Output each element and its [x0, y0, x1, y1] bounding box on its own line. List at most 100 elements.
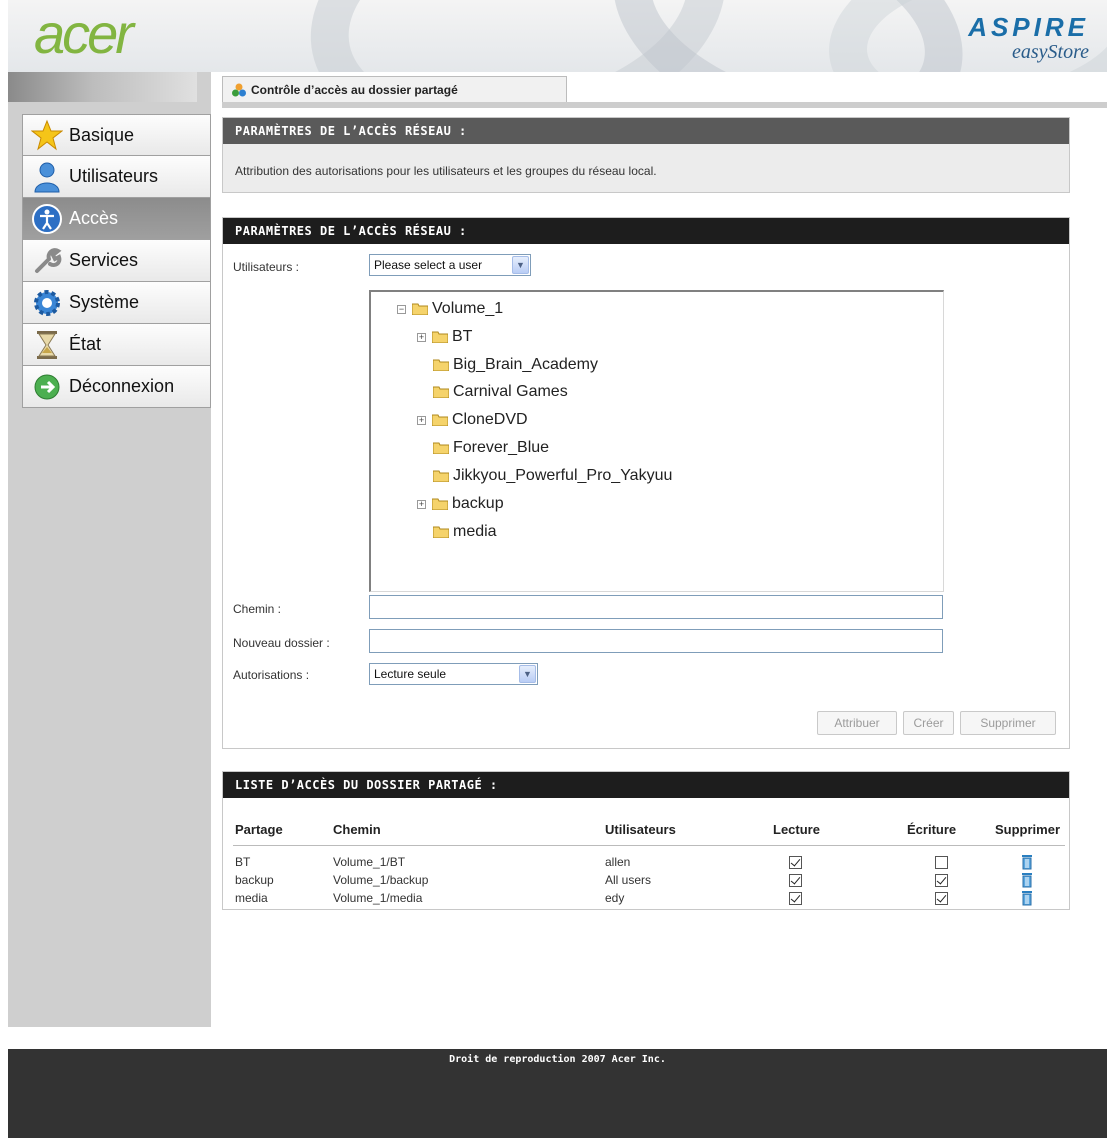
gear-icon	[34, 289, 60, 316]
read-checkbox[interactable]	[789, 873, 802, 887]
sidebar-item-label: État	[69, 334, 102, 354]
sidebar-item-basique[interactable]: Basique	[22, 114, 211, 156]
sidebar-item-label: Accès	[69, 208, 119, 228]
users-label: Utilisateurs :	[233, 260, 300, 274]
delete-button[interactable]: Supprimer	[960, 711, 1056, 735]
sidebar-topbar	[8, 72, 197, 102]
expand-icon[interactable]: +	[417, 415, 426, 425]
tree-node-label: Carnival Games	[453, 383, 568, 400]
tree-node-label: Big_Brain_Academy	[453, 356, 598, 373]
folder-icon	[433, 359, 449, 371]
cell-path: Volume_1/BT	[333, 854, 406, 869]
column-header-delete: Supprimer	[993, 818, 1065, 846]
sidebar: Basique Utilisateurs Accès Services Syst…	[8, 72, 211, 1027]
column-header-write: Écriture	[905, 818, 993, 846]
column-header-path: Chemin	[331, 818, 603, 846]
sidebar-nav: Basique Utilisateurs Accès Services Syst…	[22, 114, 211, 408]
expand-icon[interactable]: +	[417, 332, 426, 342]
tab-underline	[222, 102, 1107, 108]
shared-folder-access-list-panel: LISTE D’ACCÈS DU DOSSIER PARTAGÉ : Parta…	[222, 771, 1070, 910]
expand-icon[interactable]: +	[417, 499, 426, 509]
column-header-read: Lecture	[771, 818, 905, 846]
sidebar-item-services[interactable]: Services	[22, 240, 211, 282]
wrench-icon	[35, 247, 62, 273]
write-checkbox[interactable]	[935, 855, 948, 869]
path-label: Chemin :	[233, 602, 282, 616]
network-access-info-panel: PARAMÈTRES DE L’ACCÈS RÉSEAU : Attributi…	[222, 117, 1070, 193]
sidebar-item-utilisateurs[interactable]: Utilisateurs	[22, 156, 211, 198]
permissions-label: Autorisations :	[233, 668, 310, 682]
product-brand: ASPIRE easyStore	[968, 14, 1089, 62]
tree-node-label: backup	[452, 495, 504, 512]
trash-icon[interactable]	[1021, 872, 1033, 888]
new-folder-input[interactable]	[369, 629, 943, 653]
network-access-settings-panel: PARAMÈTRES DE L’ACCÈS RÉSEAU : Utilisate…	[222, 217, 1070, 749]
panel-title: PARAMÈTRES DE L’ACCÈS RÉSEAU :	[223, 118, 1069, 144]
read-checkbox[interactable]	[789, 891, 802, 905]
assign-button[interactable]: Attribuer	[817, 711, 897, 735]
new-folder-label: Nouveau dossier :	[233, 636, 330, 650]
tree-node[interactable]: media	[433, 523, 497, 541]
tree-node-root[interactable]: − Volume_1	[397, 300, 503, 318]
table-header-row: Partage Chemin Utilisateurs Lecture Écri…	[233, 818, 1065, 846]
sidebar-item-systeme[interactable]: Système	[22, 282, 211, 324]
tree-node[interactable]: Jikkyou_Powerful_Pro_Yakyuu	[433, 467, 672, 485]
create-button[interactable]: Créer	[903, 711, 954, 735]
tree-node[interactable]: + CloneDVD	[417, 411, 528, 429]
write-checkbox[interactable]	[935, 891, 948, 905]
chevron-down-icon[interactable]: ▼	[519, 665, 536, 683]
table-row: BT Volume_1/BT allen	[233, 852, 1065, 870]
header-banner: acer ASPIRE easyStore	[8, 0, 1107, 72]
cell-users: allen	[605, 854, 631, 869]
sidebar-item-acces[interactable]: Accès	[22, 198, 211, 240]
read-checkbox[interactable]	[789, 855, 802, 869]
sidebar-item-label: Services	[69, 250, 139, 270]
trash-icon[interactable]	[1021, 890, 1033, 906]
user-icon	[34, 162, 60, 192]
tree-node[interactable]: Big_Brain_Academy	[433, 356, 598, 374]
folder-tree[interactable]: − Volume_1 + BT Big_Brain_Academy Carniv…	[369, 290, 944, 592]
brand-easystore: easyStore	[1011, 41, 1089, 63]
tree-node[interactable]: + BT	[417, 328, 472, 346]
accessibility-icon	[32, 203, 62, 234]
folder-icon	[432, 331, 448, 343]
permissions-select-value: Lecture seule	[374, 667, 447, 681]
users-select[interactable]: Please select a user ▼	[369, 254, 531, 276]
share-icon	[232, 83, 246, 96]
folder-icon	[432, 498, 448, 510]
acer-logo: acer	[34, 2, 134, 65]
panel-title: LISTE D’ACCÈS DU DOSSIER PARTAGÉ :	[223, 772, 1069, 798]
tree-node-label: Volume_1	[432, 300, 504, 317]
tree-node[interactable]: + backup	[417, 495, 504, 513]
logout-icon	[34, 374, 60, 399]
cell-users: All users	[605, 872, 652, 887]
write-checkbox[interactable]	[935, 873, 948, 887]
tab-shared-folder-access[interactable]: Contrôle d’accès au dossier partagé	[222, 76, 567, 102]
cell-path: Volume_1/backup	[333, 872, 429, 887]
cell-share: BT	[235, 854, 251, 869]
copyright-text: Droit de reproduction 2007 Acer Inc.	[449, 1054, 666, 1065]
permissions-select[interactable]: Lecture seule ▼	[369, 663, 538, 685]
table-row: media Volume_1/media edy	[233, 888, 1065, 906]
tree-node[interactable]: Forever_Blue	[433, 439, 549, 457]
tree-node[interactable]: Carnival Games	[433, 383, 568, 401]
chevron-down-icon[interactable]: ▼	[512, 256, 529, 274]
collapse-icon[interactable]: −	[397, 304, 406, 314]
folder-icon	[433, 470, 449, 482]
sidebar-item-label: Basique	[69, 124, 135, 145]
tree-node-label: media	[453, 523, 497, 540]
column-header-share: Partage	[233, 818, 331, 846]
sidebar-item-etat[interactable]: État	[22, 324, 211, 366]
trash-icon[interactable]	[1021, 854, 1033, 870]
users-select-value: Please select a user	[374, 258, 483, 272]
footer: Droit de reproduction 2007 Acer Inc.	[8, 1049, 1107, 1138]
star-icon	[31, 119, 63, 151]
tab-strip: Contrôle d’accès au dossier partagé	[222, 76, 1107, 110]
sidebar-item-deconnexion[interactable]: Déconnexion	[22, 366, 211, 408]
tree-node-label: Forever_Blue	[453, 439, 550, 456]
column-header-users: Utilisateurs	[603, 818, 771, 846]
folder-icon	[432, 414, 448, 426]
path-input[interactable]	[369, 595, 943, 619]
sidebar-item-label: Déconnexion	[69, 376, 175, 396]
tree-node-label: CloneDVD	[452, 411, 528, 428]
